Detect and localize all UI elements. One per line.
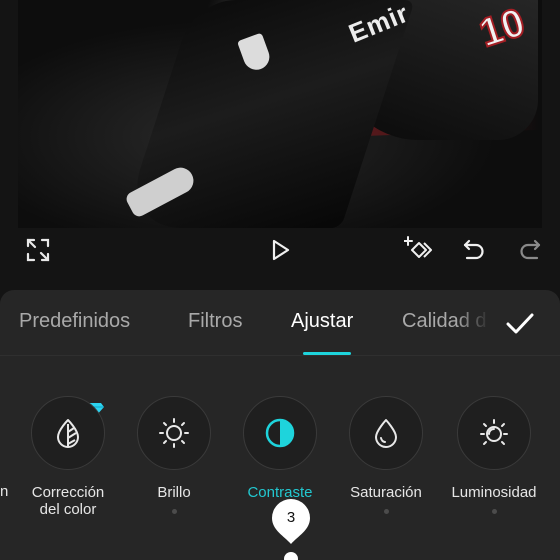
tool-circle <box>457 396 531 470</box>
play-icon <box>272 239 290 261</box>
tool-label: Corrección del color <box>32 484 105 518</box>
luminosity-icon <box>480 419 508 445</box>
color-correction-icon <box>57 419 79 448</box>
tool-saturation[interactable]: Saturación <box>338 396 434 514</box>
tool-label: Saturación <box>350 484 422 501</box>
playback-toolbar <box>0 228 560 272</box>
tool-circle <box>137 396 211 470</box>
fullscreen-button[interactable] <box>22 234 54 266</box>
tool-contrast[interactable]: Contraste <box>232 396 328 501</box>
play-button[interactable] <box>264 234 296 266</box>
tab-bar: Predefinidos Filtros Ajustar Calidad d <box>0 290 560 356</box>
slider-value-bubble: 3 <box>268 496 314 546</box>
slider-value: 3 <box>286 509 296 526</box>
redo-button[interactable] <box>514 234 546 266</box>
tool-luminosity[interactable]: Luminosidad <box>446 396 542 514</box>
tool-label: Brillo <box>157 484 191 501</box>
tool-indicator-dot <box>171 509 177 514</box>
tool-circle <box>349 396 423 470</box>
tool-label: Luminosidad <box>451 484 537 501</box>
brightness-icon <box>159 418 189 448</box>
check-icon <box>506 313 534 334</box>
tab-predefinidos[interactable]: Predefinidos <box>19 310 130 333</box>
tool-circle <box>31 396 105 470</box>
tab-filtros[interactable]: Filtros <box>188 310 242 333</box>
video-preview[interactable]: Emir 10 <box>18 0 542 228</box>
undo-icon <box>463 239 484 260</box>
tool-circle <box>243 396 317 470</box>
tool-indicator-dot <box>491 509 497 514</box>
tool-label-line2: del color <box>39 501 97 518</box>
tool-brightness[interactable]: Brillo <box>126 396 222 514</box>
fullscreen-icon <box>26 238 50 262</box>
confirm-button[interactable] <box>502 306 538 342</box>
contrast-icon <box>265 418 295 448</box>
slider-knob[interactable] <box>284 552 298 560</box>
active-tab-indicator <box>303 352 351 355</box>
add-keyframe-button[interactable] <box>404 234 436 266</box>
tab-fade <box>456 302 496 342</box>
tab-ajustar[interactable]: Ajustar <box>291 310 353 333</box>
tool-indicator-dot <box>383 509 389 514</box>
add-keyframe-icon <box>404 236 432 258</box>
redo-icon <box>520 239 541 260</box>
saturation-icon <box>375 419 397 448</box>
tool-color-correction[interactable]: Corrección del color <box>20 396 116 518</box>
tool-label-line1: Corrección <box>31 484 105 501</box>
undo-button[interactable] <box>458 234 490 266</box>
